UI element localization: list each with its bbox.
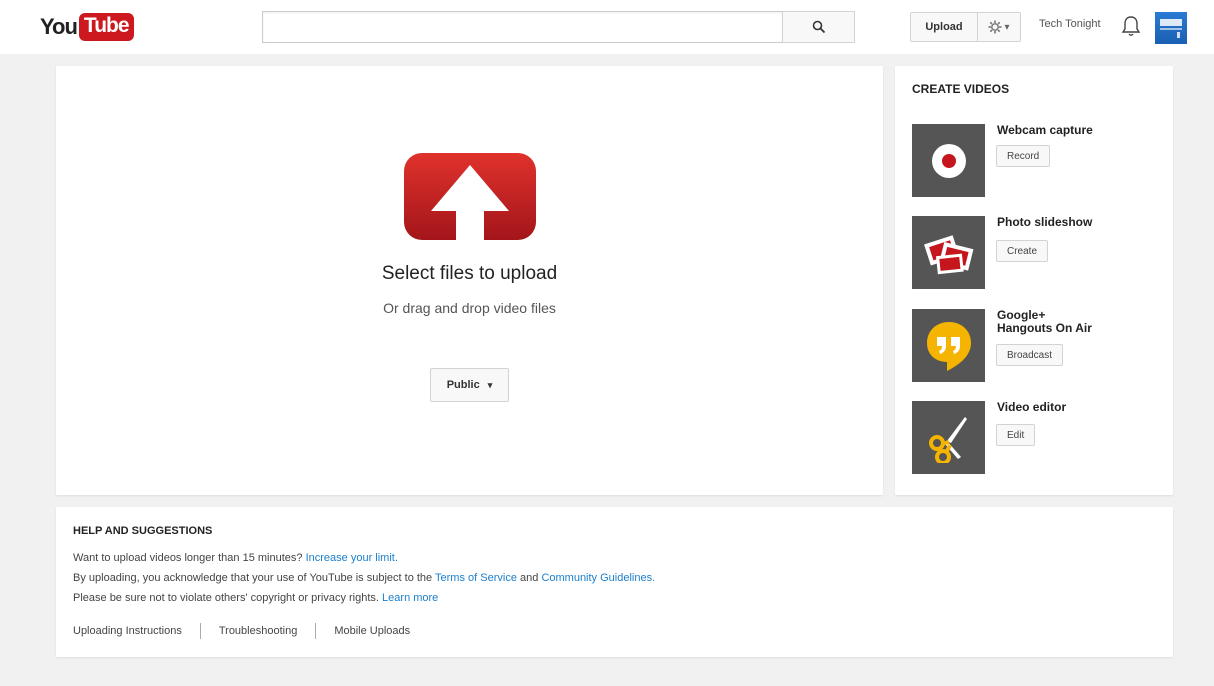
terms-of-service-link[interactable]: Terms of Service: [435, 572, 517, 584]
upload-subtitle: Or drag and drop video files: [383, 300, 556, 316]
channel-name[interactable]: Tech Tonight: [1039, 18, 1101, 30]
search-input[interactable]: [262, 11, 782, 43]
masthead: You Tube Upload ▾ Tech Tonight: [0, 0, 1214, 54]
settings-button[interactable]: ▾: [977, 12, 1021, 42]
help-text: Want to upload videos longer than 15 min…: [73, 552, 303, 564]
upload-button[interactable]: Upload: [910, 12, 978, 42]
webcam-thumb[interactable]: [912, 124, 985, 197]
chevron-down-icon: ▾: [487, 379, 493, 390]
tool-name-line2: Hangouts On Air: [997, 321, 1092, 335]
scissors-icon: [928, 416, 967, 463]
tool-name-line1: Google+: [997, 308, 1046, 322]
youtube-logo[interactable]: You Tube: [40, 12, 134, 42]
slideshow-thumb[interactable]: [912, 216, 985, 289]
help-text: By uploading, you acknowledge that your …: [73, 572, 433, 584]
logo-tube: Tube: [78, 13, 134, 41]
create-videos-panel: CREATE VIDEOS Webcam capture Record Phot…: [895, 66, 1173, 495]
create-videos-title: CREATE VIDEOS: [912, 82, 1010, 96]
troubleshooting-link[interactable]: Troubleshooting: [219, 625, 297, 637]
search-icon: [812, 20, 825, 34]
tool-photo-slideshow: Photo slideshow Create: [912, 216, 1162, 290]
tool-name[interactable]: Webcam capture: [997, 124, 1137, 137]
help-line-2: By uploading, you acknowledge that your …: [73, 572, 655, 584]
hangouts-thumb[interactable]: [912, 309, 985, 382]
help-title: HELP AND SUGGESTIONS: [73, 525, 213, 537]
increase-limit-link[interactable]: Increase your limit.: [306, 552, 398, 564]
help-text: and: [520, 572, 539, 584]
uploading-instructions-link[interactable]: Uploading Instructions: [73, 625, 182, 637]
avatar[interactable]: [1155, 12, 1187, 44]
tool-name[interactable]: Video editor: [997, 401, 1137, 414]
tool-hangouts-on-air: Google+ Hangouts On Air Broadcast: [912, 309, 1162, 383]
record-button[interactable]: Record: [996, 145, 1051, 167]
mobile-uploads-link[interactable]: Mobile Uploads: [334, 625, 410, 637]
search-form: [262, 11, 855, 43]
logo-you: You: [40, 14, 78, 39]
help-text: Please be sure not to violate others' co…: [73, 592, 379, 604]
hangouts-icon: [926, 321, 971, 371]
tool-name[interactable]: Google+ Hangouts On Air: [997, 309, 1137, 335]
upload-panel[interactable]: Select files to upload Or drag and drop …: [56, 66, 883, 495]
notification-bell-icon[interactable]: [1120, 14, 1142, 38]
edit-button[interactable]: Edit: [996, 424, 1036, 446]
gear-icon: [988, 20, 1002, 34]
broadcast-button[interactable]: Broadcast: [996, 344, 1064, 366]
upload-arrow-icon[interactable]: [404, 153, 536, 240]
chevron-down-icon: ▾: [1004, 21, 1010, 33]
divider: [315, 623, 317, 639]
help-panel: HELP AND SUGGESTIONS Want to upload vide…: [56, 507, 1173, 657]
channel-avatar-icon: [1160, 19, 1182, 38]
divider: [199, 623, 201, 639]
help-line-3: Please be sure not to violate others' co…: [73, 592, 438, 604]
editor-thumb[interactable]: [912, 401, 985, 474]
upload-title[interactable]: Select files to upload: [56, 263, 883, 285]
help-line-1: Want to upload videos longer than 15 min…: [73, 552, 398, 564]
photos-icon: [923, 234, 973, 274]
record-icon: [931, 143, 966, 178]
search-button[interactable]: [782, 11, 855, 43]
help-links: Uploading Instructions Troubleshooting M…: [73, 623, 410, 639]
tool-name[interactable]: Photo slideshow: [997, 216, 1137, 229]
learn-more-link[interactable]: Learn more: [382, 592, 438, 604]
tool-video-editor: Video editor Edit: [912, 401, 1162, 475]
tool-webcam-capture: Webcam capture Record: [912, 124, 1162, 198]
create-button[interactable]: Create: [996, 240, 1049, 262]
privacy-value: Public: [446, 379, 480, 391]
privacy-dropdown[interactable]: Public ▾: [430, 368, 509, 402]
community-guidelines-link[interactable]: Community Guidelines.: [541, 572, 655, 584]
